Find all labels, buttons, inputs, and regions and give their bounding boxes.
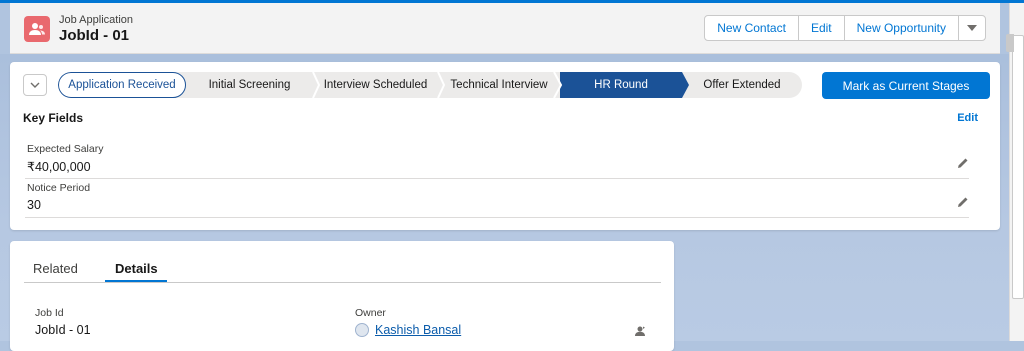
owner-label: Owner (355, 307, 386, 319)
field-notice-period: Notice Period 30 (25, 179, 969, 218)
mark-current-stage-button[interactable]: Mark as Current Stages (822, 72, 990, 99)
field-label: Notice Period (27, 182, 91, 194)
scrollbar-thumb[interactable] (1012, 35, 1024, 299)
pencil-edit-icon[interactable] (957, 157, 969, 169)
job-id-value: JobId - 01 (35, 323, 91, 337)
owner-link[interactable]: Kashish Bansal (375, 323, 461, 337)
key-fields-title: Key Fields (23, 111, 84, 125)
header-actions: New Contact Edit New Opportunity (704, 15, 986, 41)
utility-collapse-tab[interactable] (1006, 34, 1014, 52)
details-card: Related Details Job Id JobId - 01 Owner … (10, 241, 674, 351)
new-contact-button[interactable]: New Contact (704, 15, 799, 41)
new-opportunity-button[interactable]: New Opportunity (843, 15, 959, 41)
change-owner-icon[interactable] (635, 325, 647, 337)
object-type-label: Job Application (59, 14, 133, 26)
path-toggle-button[interactable] (23, 74, 47, 96)
edit-button[interactable]: Edit (797, 15, 845, 41)
tab-details[interactable]: Details (115, 261, 158, 276)
scrollbar[interactable] (1009, 3, 1024, 341)
field-value: 30 (27, 198, 41, 212)
key-fields-edit-link[interactable]: Edit (957, 112, 978, 124)
avatar (355, 323, 369, 337)
tab-divider (24, 282, 661, 283)
contact-users-icon (24, 16, 50, 42)
field-value: ₹40,00,000 (27, 160, 91, 174)
tab-related[interactable]: Related (33, 261, 78, 276)
chevron-down-icon (967, 25, 977, 31)
more-actions-button[interactable] (958, 15, 986, 41)
record-title: JobId - 01 (59, 27, 130, 44)
pencil-edit-icon[interactable] (957, 196, 969, 208)
field-expected-salary: Expected Salary ₹40,00,000 (25, 140, 969, 179)
field-label: Expected Salary (27, 143, 104, 155)
path-card: Application Received Initial Screening I… (10, 62, 1000, 230)
chevron-down-icon (30, 82, 40, 88)
job-id-label: Job Id (35, 307, 64, 319)
path-chevron-separators (312, 72, 689, 98)
record-header: Job Application JobId - 01 New Contact E… (10, 3, 1000, 54)
